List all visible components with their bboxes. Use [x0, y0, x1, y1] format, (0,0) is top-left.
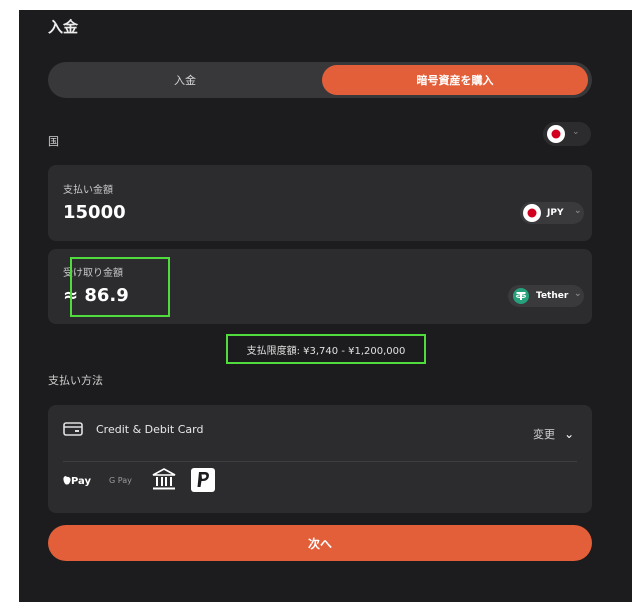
payment-limit: 支払限度額: ¥3,740 - ¥1,200,000 — [226, 334, 426, 364]
google-pay-text: G Pay — [109, 476, 132, 485]
country-select[interactable]: ⌄ — [543, 122, 591, 146]
japan-flag-icon — [523, 204, 541, 222]
payment-method-card: Credit & Debit Card 変更 ⌄ Pay G Pay — [48, 405, 592, 513]
chevron-down-icon: ⌄ — [574, 206, 582, 216]
apple-icon — [63, 476, 71, 485]
highlight-receive-amount — [70, 257, 170, 317]
page-title: 入金 — [48, 18, 79, 36]
payment-method-name: Credit & Debit Card — [96, 423, 204, 436]
payment-option-paypal[interactable] — [191, 468, 215, 492]
pay-amount-label: 支払い金額 — [63, 185, 113, 196]
change-label: 変更 — [533, 428, 555, 441]
bank-icon — [152, 468, 176, 490]
tab-buy-crypto[interactable]: 暗号資産を購入 — [322, 65, 588, 95]
country-label: 国 — [48, 135, 59, 148]
payment-method-label: 支払い方法 — [48, 374, 103, 387]
payment-option-google-pay[interactable]: G Pay — [109, 476, 132, 485]
tether-icon — [513, 288, 529, 304]
chevron-down-icon: ⌄ — [564, 427, 575, 441]
divider — [63, 461, 577, 462]
chevron-down-icon: ⌄ — [572, 127, 580, 137]
pay-amount-input[interactable]: 15000 — [63, 202, 126, 223]
tab-deposit[interactable]: 入金 — [52, 65, 318, 95]
deposit-tabs: 入金 暗号資産を購入 — [48, 62, 592, 98]
next-button[interactable]: 次へ — [48, 525, 592, 561]
payment-method-row[interactable]: Credit & Debit Card 変更 ⌄ — [48, 405, 592, 461]
paypal-icon — [197, 472, 209, 487]
apple-pay-text: Pay — [71, 476, 92, 487]
currency-code: JPY — [547, 208, 564, 218]
currency-select-jpy[interactable]: JPY ⌄ — [520, 202, 584, 224]
payment-option-bank[interactable] — [152, 468, 176, 494]
payment-option-apple-pay[interactable]: Pay — [63, 475, 91, 487]
pay-amount-card[interactable]: 支払い金額 15000 JPY ⌄ — [48, 165, 592, 241]
currency-name: Tether — [536, 291, 569, 301]
change-payment-method[interactable]: 変更 ⌄ — [533, 423, 574, 442]
chevron-down-icon: ⌄ — [574, 289, 582, 299]
japan-flag-icon — [547, 125, 565, 143]
currency-select-tether[interactable]: Tether ⌄ — [508, 285, 584, 307]
credit-card-icon — [63, 422, 83, 436]
